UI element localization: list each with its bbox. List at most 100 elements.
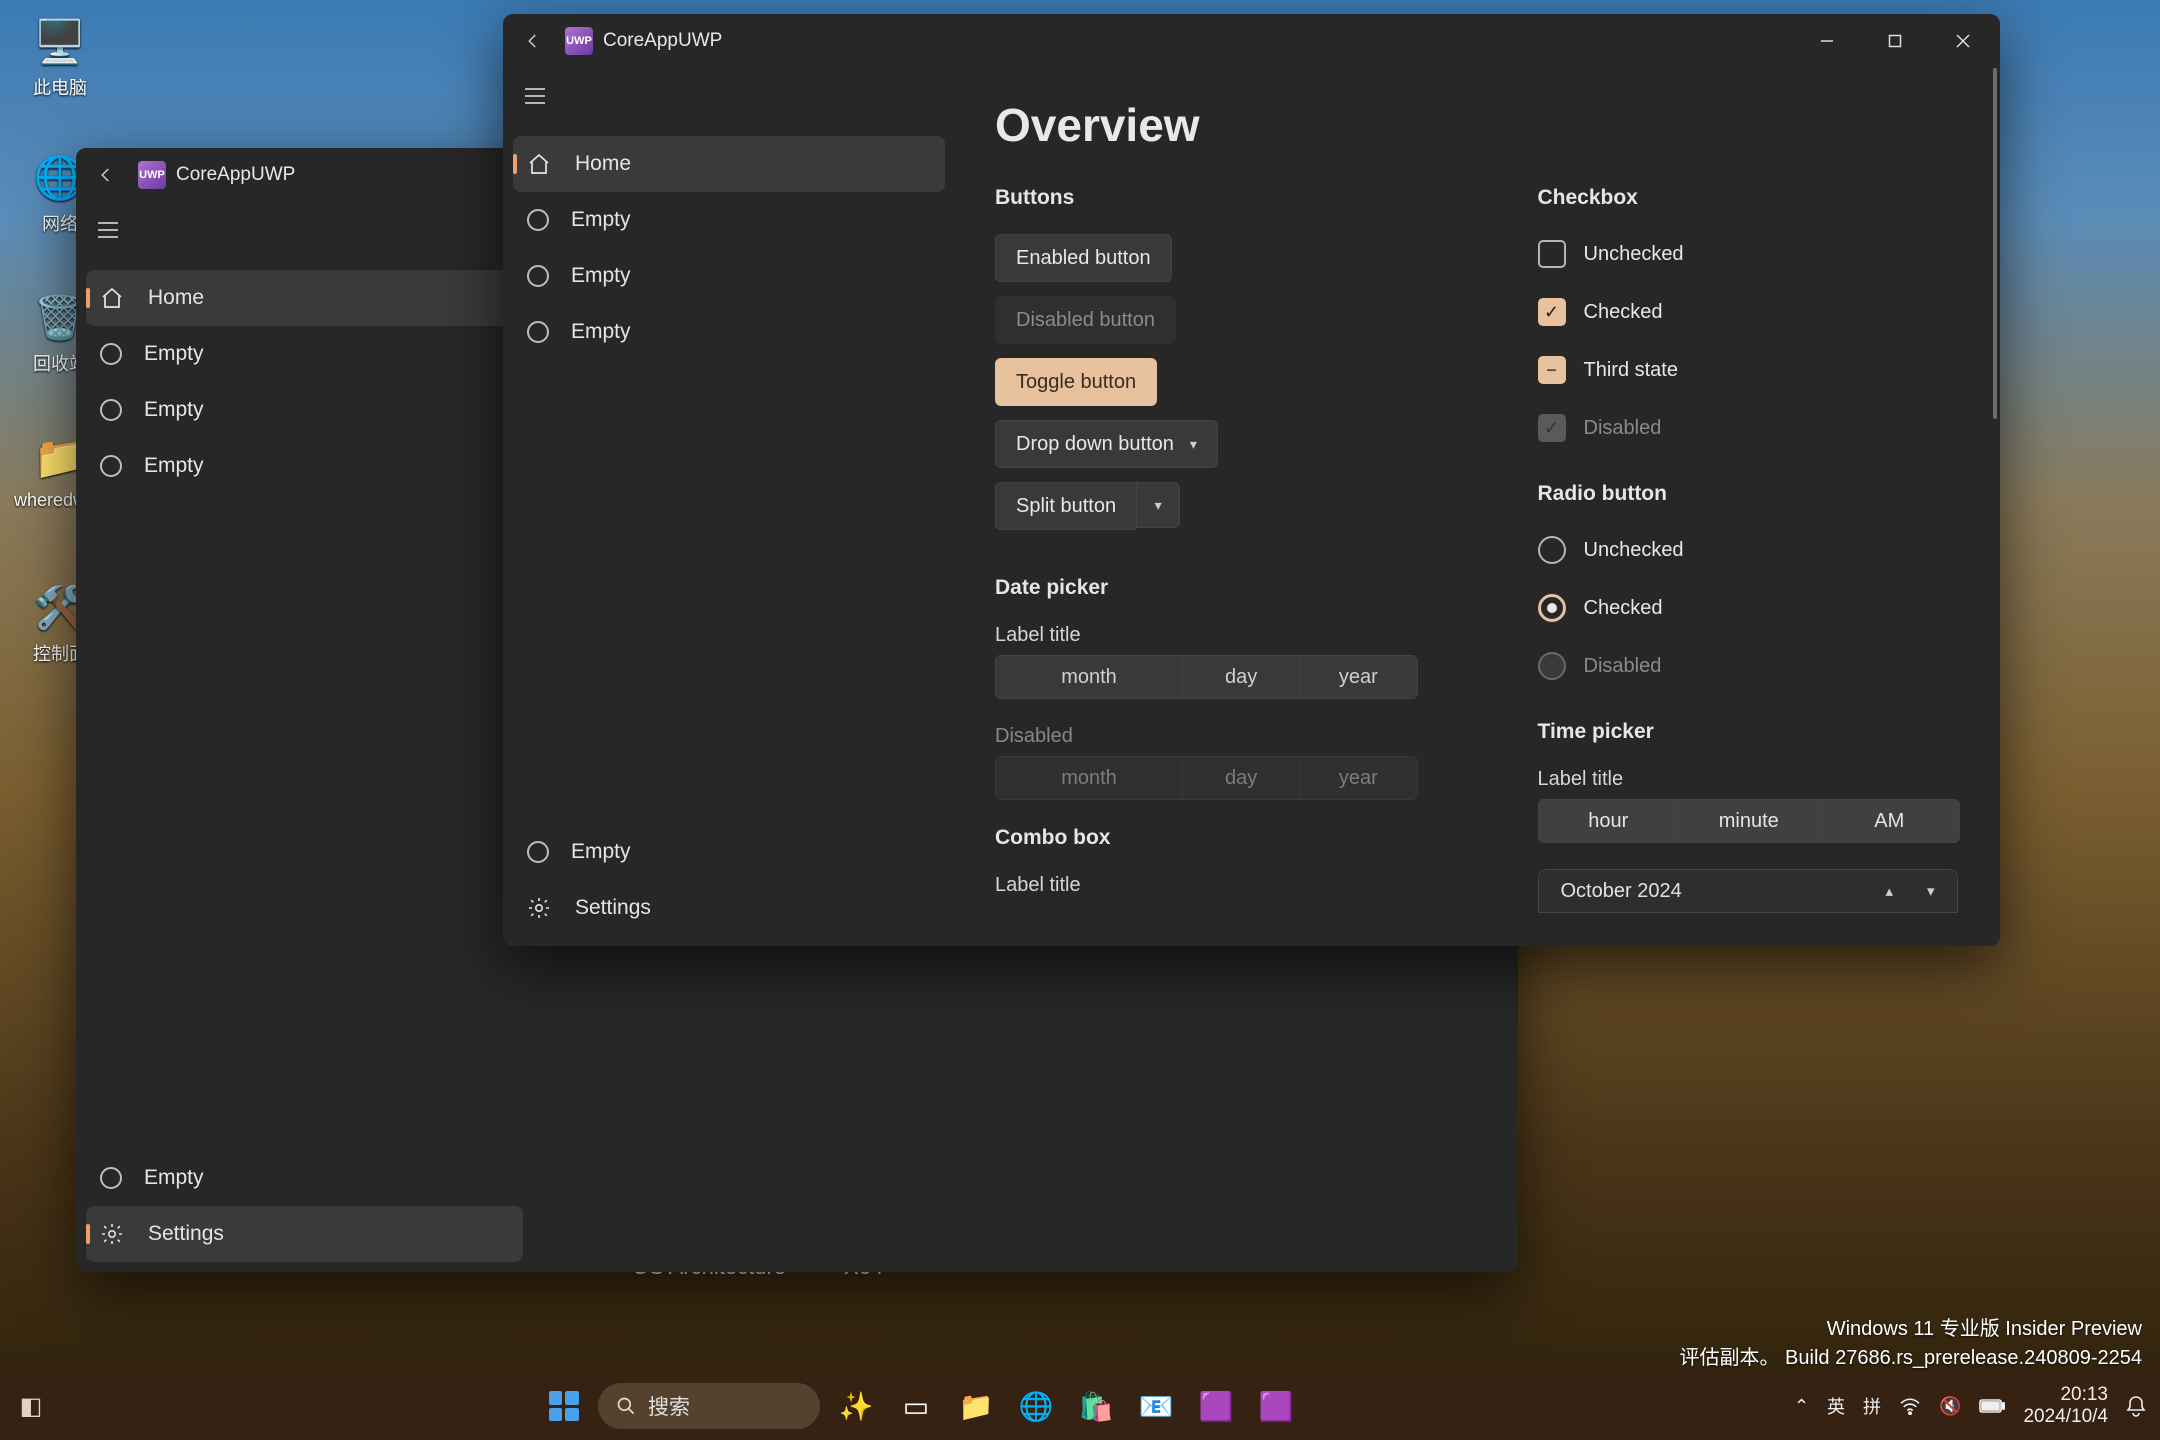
nav-item-empty[interactable]: Empty	[513, 192, 945, 248]
back-button[interactable]	[84, 153, 128, 197]
clock-time: 20:13	[2023, 1384, 2108, 1406]
mail-icon[interactable]: 📧	[1132, 1382, 1180, 1430]
radio-checked[interactable]: Checked	[1538, 588, 1961, 628]
widgets-button[interactable]: ◧	[14, 1389, 48, 1423]
split-button[interactable]: Split button ▾	[995, 482, 1180, 528]
task-view-icon[interactable]: ▭	[892, 1382, 940, 1430]
maximize-button[interactable]	[1866, 21, 1924, 61]
titlebar: UWP CoreAppUWP	[503, 14, 2000, 68]
battery-icon[interactable]	[1979, 1399, 2005, 1413]
nav-item-empty[interactable]: Empty	[513, 304, 945, 360]
checkbox-unchecked[interactable]: Unchecked	[1538, 234, 1961, 274]
scrollbar-thumb[interactable]	[1993, 68, 1997, 419]
dash-icon: −	[1538, 356, 1566, 384]
nav-item-label: Empty	[144, 342, 204, 366]
notifications-icon[interactable]	[2126, 1395, 2146, 1417]
ime-indicator[interactable]: 拼	[1863, 1393, 1881, 1419]
radio-label: Disabled	[1584, 655, 1662, 678]
hamburger-button[interactable]	[513, 74, 557, 118]
split-button-chevron[interactable]: ▾	[1136, 482, 1180, 528]
desktop-icon-this-pc[interactable]: 🖥️ 此电脑	[14, 14, 106, 100]
date-year-field[interactable]: year	[1300, 655, 1417, 699]
dropdown-button[interactable]: Drop down button ▾	[995, 420, 1218, 468]
nav-item-home[interactable]: Home	[513, 136, 945, 192]
circle-icon	[100, 399, 122, 421]
calendar-header[interactable]: October 2024 ▴ ▾	[1538, 869, 1958, 913]
date-picker[interactable]: month day year	[995, 655, 1418, 699]
checkbox-third-state[interactable]: − Third state	[1538, 350, 1961, 390]
date-day-field[interactable]: day	[1183, 655, 1300, 699]
taskbar-search[interactable]: 搜索	[598, 1383, 820, 1429]
checkbox-label: Disabled	[1584, 417, 1662, 440]
calendar-month-label: October 2024	[1561, 880, 1682, 903]
toggle-button[interactable]: Toggle button	[995, 358, 1157, 406]
checkbox-checked[interactable]: ✓ Checked	[1538, 292, 1961, 332]
search-icon	[616, 1396, 636, 1416]
time-minute-field[interactable]: minute	[1679, 799, 1820, 843]
clock-date: 2024/10/4	[2023, 1406, 2108, 1428]
nav-item-empty[interactable]: Empty	[513, 248, 945, 304]
wifi-icon[interactable]	[1899, 1397, 1921, 1415]
taskbar-clock[interactable]: 20:13 2024/10/4	[2023, 1384, 2108, 1428]
nav-item-empty[interactable]: Empty	[86, 438, 523, 494]
nav-item-label: Empty	[144, 1166, 204, 1190]
nav-item-empty[interactable]: Empty	[86, 326, 523, 382]
nav-item-empty[interactable]: Empty	[86, 1150, 523, 1206]
nav-item-label: Empty	[144, 398, 204, 422]
nav-item-label: Empty	[571, 264, 631, 288]
split-button-main[interactable]: Split button	[995, 482, 1136, 530]
monitor-icon: 🖥️	[32, 14, 88, 70]
section-header-buttons: Buttons	[995, 186, 1418, 210]
minimize-button[interactable]	[1798, 21, 1856, 61]
time-hour-field[interactable]: hour	[1538, 799, 1680, 843]
nav-item-label: Home	[575, 152, 631, 176]
app-window-front: UWP CoreAppUWP Home Empty	[503, 14, 2000, 946]
home-icon	[527, 152, 553, 176]
nav-item-label: Settings	[148, 1222, 224, 1246]
gear-icon	[527, 896, 553, 920]
window-title: CoreAppUWP	[603, 30, 722, 52]
radio-unchecked[interactable]: Unchecked	[1538, 530, 1961, 570]
ime-indicator[interactable]: 英	[1827, 1393, 1845, 1419]
checkmark-icon: ✓	[1538, 298, 1566, 326]
date-picker-label: Label title	[995, 624, 1418, 647]
nav-item-settings[interactable]: Settings	[86, 1206, 523, 1262]
section-header-combo: Combo box	[995, 826, 1418, 850]
enabled-button[interactable]: Enabled button	[995, 234, 1172, 282]
time-picker-label: Label title	[1538, 768, 1961, 791]
nav-item-label: Empty	[571, 208, 631, 232]
nav-item-empty[interactable]: Empty	[513, 824, 945, 880]
copilot-icon[interactable]: ✨	[832, 1382, 880, 1430]
nav-item-empty[interactable]: Empty	[86, 382, 523, 438]
time-ampm-field[interactable]: AM	[1820, 799, 1961, 843]
nav-item-home[interactable]: Home	[86, 270, 523, 326]
desktop-icon-label: 此电脑	[14, 74, 106, 100]
store-icon[interactable]: 🛍️	[1072, 1382, 1120, 1430]
checkbox-label: Third state	[1584, 359, 1678, 382]
app-icon[interactable]: 🟪	[1252, 1382, 1300, 1430]
time-picker[interactable]: hour minute AM	[1538, 799, 1961, 843]
windows-watermark: Windows 11 专业版 Insider Preview 评估副本。 Bui…	[1680, 1312, 2143, 1370]
file-explorer-icon[interactable]: 📁	[952, 1382, 1000, 1430]
volume-icon[interactable]: 🔇	[1939, 1396, 1961, 1417]
start-button[interactable]	[542, 1384, 586, 1428]
nav-item-settings[interactable]: Settings	[513, 880, 945, 936]
hamburger-button[interactable]	[86, 208, 130, 252]
dropdown-button-label: Drop down button	[1016, 433, 1174, 456]
back-button[interactable]	[511, 19, 555, 63]
chevron-up-icon[interactable]: ▴	[1885, 882, 1893, 900]
tray-expand-icon[interactable]: ⌃	[1794, 1396, 1809, 1417]
chevron-down-icon: ▾	[1190, 436, 1197, 453]
date-month-field[interactable]: month	[995, 655, 1183, 699]
taskbar: ◧ 搜索 ✨ ▭ 📁 🌐 🛍️ 📧 🟪 🟪 ⌃ 英 拼 🔇 20:13 2024…	[0, 1372, 2160, 1440]
edge-icon[interactable]: 🌐	[1012, 1382, 1060, 1430]
close-button[interactable]	[1934, 21, 1992, 61]
nav-item-label: Empty	[571, 320, 631, 344]
circle-icon	[527, 841, 549, 863]
nav-item-label: Empty	[144, 454, 204, 478]
app-icon[interactable]: 🟪	[1192, 1382, 1240, 1430]
radio-icon	[1538, 652, 1566, 680]
checkbox-label: Unchecked	[1584, 243, 1684, 266]
chevron-down-icon[interactable]: ▾	[1927, 882, 1935, 900]
app-logo-icon: UWP	[565, 27, 593, 55]
